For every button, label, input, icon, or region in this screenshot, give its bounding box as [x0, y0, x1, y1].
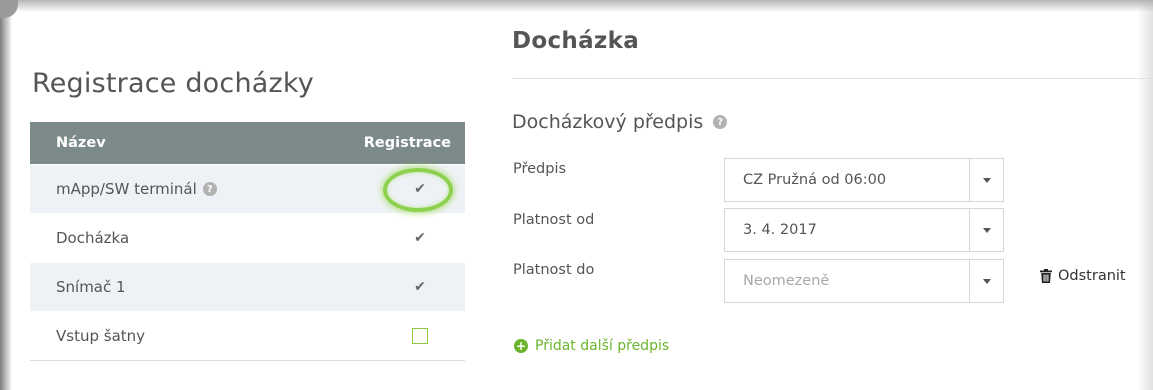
window-frame-corner: [0, 0, 18, 18]
column-header-name: Název: [56, 135, 106, 151]
valid-from-select[interactable]: 3. 4. 2017: [724, 208, 1004, 252]
row-label-wrap: mApp/SW terminál ?: [56, 180, 217, 198]
field-label-rule: Předpis: [513, 161, 567, 177]
dropdown-toggle[interactable]: [969, 159, 1003, 201]
registration-cell: ✔: [375, 279, 465, 295]
dropdown-toggle[interactable]: [969, 260, 1003, 302]
row-name: Docházka: [56, 229, 130, 247]
add-rule-link[interactable]: + Přidat další předpis: [514, 338, 669, 354]
window-frame-right: [1137, 0, 1153, 390]
registration-cell: ✔: [375, 168, 465, 212]
table-row: Snímač 1 ✔: [30, 262, 465, 311]
row-label-wrap: Docházka: [56, 229, 129, 247]
table-header: Název Registrace: [30, 122, 465, 164]
check-icon[interactable]: ✔: [414, 230, 426, 246]
registration-title: Registrace docházky: [32, 68, 314, 99]
valid-to-placeholder: Neomezeně: [743, 273, 830, 289]
checkbox[interactable]: [412, 328, 428, 344]
help-icon[interactable]: ?: [202, 182, 217, 196]
registration-table: Název Registrace mApp/SW terminál ? ✔ Do…: [30, 122, 465, 361]
trash-icon: [1040, 269, 1052, 283]
section-title: Docházkový předpis ?: [512, 111, 728, 133]
registration-cell: [375, 328, 465, 344]
valid-from-value: 3. 4. 2017: [743, 222, 817, 238]
attendance-title: Docházka: [512, 28, 640, 54]
remove-button[interactable]: Odstranit: [1040, 268, 1126, 284]
field-label-valid-from: Platnost od: [513, 212, 595, 228]
rule-select-value: CZ Pružná od 06:00: [743, 172, 887, 188]
row-name: Vstup šatny: [56, 327, 146, 345]
table-row: mApp/SW terminál ? ✔: [30, 164, 465, 213]
row-name: Snímač 1: [56, 278, 126, 296]
table-row: Vstup šatny: [30, 311, 465, 360]
row-label-wrap: Vstup šatny: [56, 327, 145, 345]
column-header-registration: Registrace: [363, 135, 451, 151]
chevron-down-icon: [982, 177, 991, 183]
valid-to-select[interactable]: Neomezeně: [724, 259, 1004, 303]
row-name: mApp/SW terminál: [56, 180, 197, 198]
chevron-down-icon: [982, 227, 991, 233]
row-label-wrap: Snímač 1: [56, 278, 126, 296]
check-icon[interactable]: ✔: [414, 279, 426, 295]
rule-select[interactable]: CZ Pružná od 06:00: [724, 158, 1004, 202]
registration-cell: ✔: [375, 230, 465, 246]
table-row: Docházka ✔: [30, 213, 465, 262]
plus-circle-icon: +: [514, 339, 528, 353]
section-title-text: Docházkový předpis: [512, 111, 704, 133]
highlight-ring: [383, 168, 453, 212]
add-rule-label: Přidat další předpis: [535, 338, 670, 354]
remove-label: Odstranit: [1058, 268, 1126, 284]
help-icon[interactable]: ?: [713, 115, 728, 129]
field-label-valid-to: Platnost do: [513, 262, 595, 278]
title-divider: [512, 78, 1153, 79]
window-frame-left: [0, 0, 12, 390]
chevron-down-icon: [982, 278, 991, 284]
dropdown-toggle[interactable]: [969, 209, 1003, 251]
window-frame-top: [0, 0, 1153, 12]
